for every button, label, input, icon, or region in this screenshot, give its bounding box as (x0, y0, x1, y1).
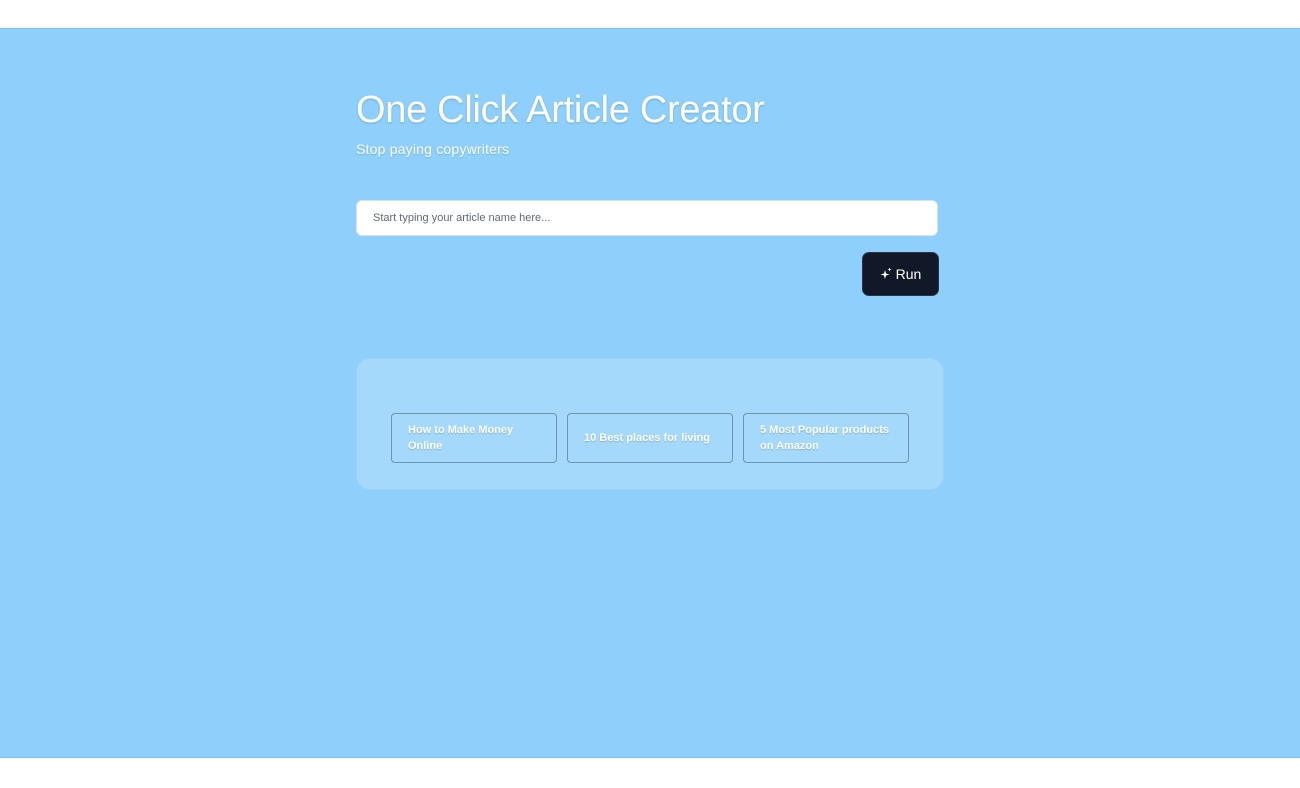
run-button[interactable]: Run (862, 252, 939, 296)
suggestion-label: How to Make Money Online (408, 424, 514, 452)
suggestion-label: 5 Most Popular products on Amazon (760, 424, 889, 452)
run-button-label: Run (895, 266, 922, 282)
suggestions-panel: How to Make Money Online 10 Best places … (356, 358, 944, 490)
page-title: One Click Article Creator (356, 89, 765, 131)
suggestion-make-money-online[interactable]: How to Make Money Online (391, 413, 557, 463)
hero-section: One Click Article Creator Stop paying co… (0, 28, 1300, 758)
suggestion-popular-products-amazon[interactable]: 5 Most Popular products on Amazon (743, 413, 909, 463)
sparkles-icon (880, 267, 892, 281)
suggestion-label: 10 Best places for living (584, 432, 710, 444)
page: One Click Article Creator Stop paying co… (0, 0, 1300, 788)
article-name-input[interactable] (356, 200, 938, 236)
page-subtitle: Stop paying copywriters (356, 141, 510, 157)
suggestion-best-places-living[interactable]: 10 Best places for living (567, 413, 733, 463)
